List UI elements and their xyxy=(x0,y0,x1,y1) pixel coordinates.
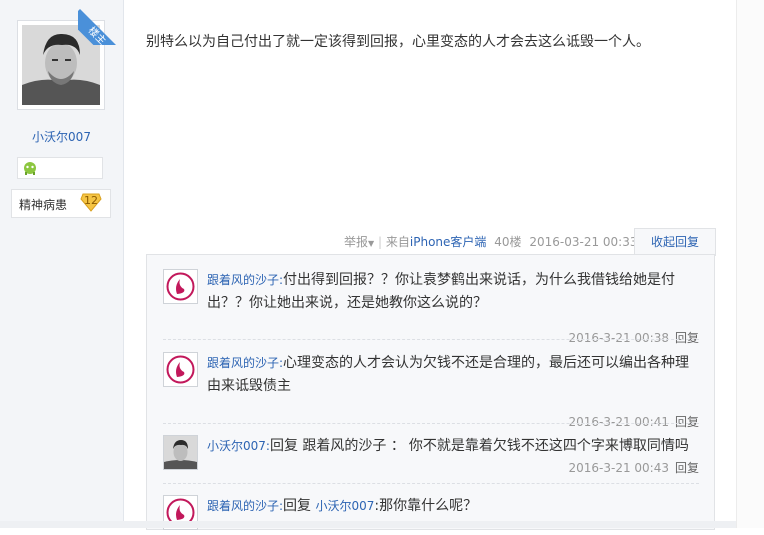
reply-text: 你不就是靠着欠钱不还这四个字来博取同情吗 xyxy=(408,438,689,454)
source-link[interactable]: iPhone客户端 xyxy=(410,235,487,249)
reply-meta: 2016-3-21 00:41 回复 xyxy=(568,413,699,430)
reply-item: 小沃尔007:回复 跟着风的沙子 ：你不就是靠着欠钱不还这四个字来博取同情吗 2… xyxy=(163,435,699,485)
reply-meta: 2016-3-21 00:38 回复 xyxy=(568,329,699,346)
post-content: 别特么以为自己付出了就一定该得到回报，心里变态的人才会去这么诋毁一个人。 xyxy=(146,34,650,50)
reply-avatar[interactable] xyxy=(163,269,198,304)
member-badge[interactable]: 精神病患 12 xyxy=(11,189,111,218)
scrollbar[interactable] xyxy=(736,0,764,528)
author-sidebar: 楼主 小沃尔007 精神病患 12 xyxy=(0,0,124,528)
reply-content: 小沃尔007:回复 跟着风的沙子 ：你不就是靠着欠钱不还这四个字来博取同情吗 xyxy=(207,435,699,458)
reply-author[interactable]: 跟着风的沙子: xyxy=(207,499,283,513)
op-label: 楼主 xyxy=(78,9,123,45)
reply-meta: 2016-3-21 00:43 回复 xyxy=(568,459,699,476)
reply-button[interactable]: 回复 xyxy=(675,461,699,475)
source-prefix: 来自 xyxy=(385,235,410,249)
badge-label: 精神病患 xyxy=(19,198,68,212)
reply-prefix: 回复 跟着风的沙子 ： xyxy=(269,438,405,454)
reply-avatar[interactable] xyxy=(163,352,198,387)
chevron-down-icon[interactable]: ▼ xyxy=(368,239,374,248)
bottom-edge xyxy=(0,521,736,528)
reply-time: 2016-3-21 00:38 xyxy=(568,331,669,345)
op-ribbon: 楼主 xyxy=(78,0,123,45)
level-box xyxy=(17,157,103,179)
avatar-icon xyxy=(166,272,195,301)
reply-panel: 跟着风的沙子:付出得到回报？？你让袁梦鹤出来说话，为什么我借钱给她是付出？？你让… xyxy=(146,254,715,530)
reply-content: 跟着风的沙子:付出得到回报？？你让袁梦鹤出来说话，为什么我借钱给她是付出？？你让… xyxy=(207,269,699,315)
reply-item: 跟着风的沙子:心理变态的人才会认为欠钱不还是合理的，最后还可以编出各种理由来诋毁… xyxy=(163,352,699,432)
post-meta: 举报▼ | 来自iPhone客户端 40楼 2016-03-21 00:33 xyxy=(344,235,638,249)
report-link[interactable]: 举报 xyxy=(344,235,368,249)
reply-divider xyxy=(163,339,699,340)
reply-divider xyxy=(163,423,699,424)
reply-button[interactable]: 回复 xyxy=(675,331,699,345)
reply-item: 跟着风的沙子:回复 小沃尔007:那你靠什么呢？ xyxy=(163,495,699,535)
reply-avatar[interactable] xyxy=(163,435,198,470)
level-icon xyxy=(24,162,36,175)
floor-number: 40楼 xyxy=(494,235,522,249)
avatar-photo-icon xyxy=(164,436,197,469)
reply-author[interactable]: 小沃尔007: xyxy=(207,439,270,453)
post-time: 2016-03-21 00:33 xyxy=(529,235,638,249)
reply-prefix: 回复 xyxy=(283,498,312,514)
reply-text: :那你靠什么呢？ xyxy=(374,498,478,514)
reply-content: 跟着风的沙子:回复 小沃尔007:那你靠什么呢？ xyxy=(207,495,699,518)
reply-button[interactable]: 回复 xyxy=(675,415,699,429)
collapse-replies-button[interactable]: 收起回复 xyxy=(634,228,716,256)
author-name[interactable]: 小沃尔007 xyxy=(0,128,123,145)
reply-mention[interactable]: 小沃尔007 xyxy=(316,499,375,513)
avatar-icon xyxy=(166,355,195,384)
reply-content: 跟着风的沙子:心理变态的人才会认为欠钱不还是合理的，最后还可以编出各种理由来诋毁… xyxy=(207,352,699,398)
reply-divider xyxy=(163,483,699,484)
reply-author[interactable]: 跟着风的沙子: xyxy=(207,356,283,370)
reply-author[interactable]: 跟着风的沙子: xyxy=(207,273,283,287)
reply-time: 2016-3-21 00:43 xyxy=(568,461,669,475)
reply-item: 跟着风的沙子:付出得到回报？？你让袁梦鹤出来说话，为什么我借钱给她是付出？？你让… xyxy=(163,269,699,349)
reply-time: 2016-3-21 00:41 xyxy=(568,415,669,429)
badge-level: 12 xyxy=(84,194,98,207)
